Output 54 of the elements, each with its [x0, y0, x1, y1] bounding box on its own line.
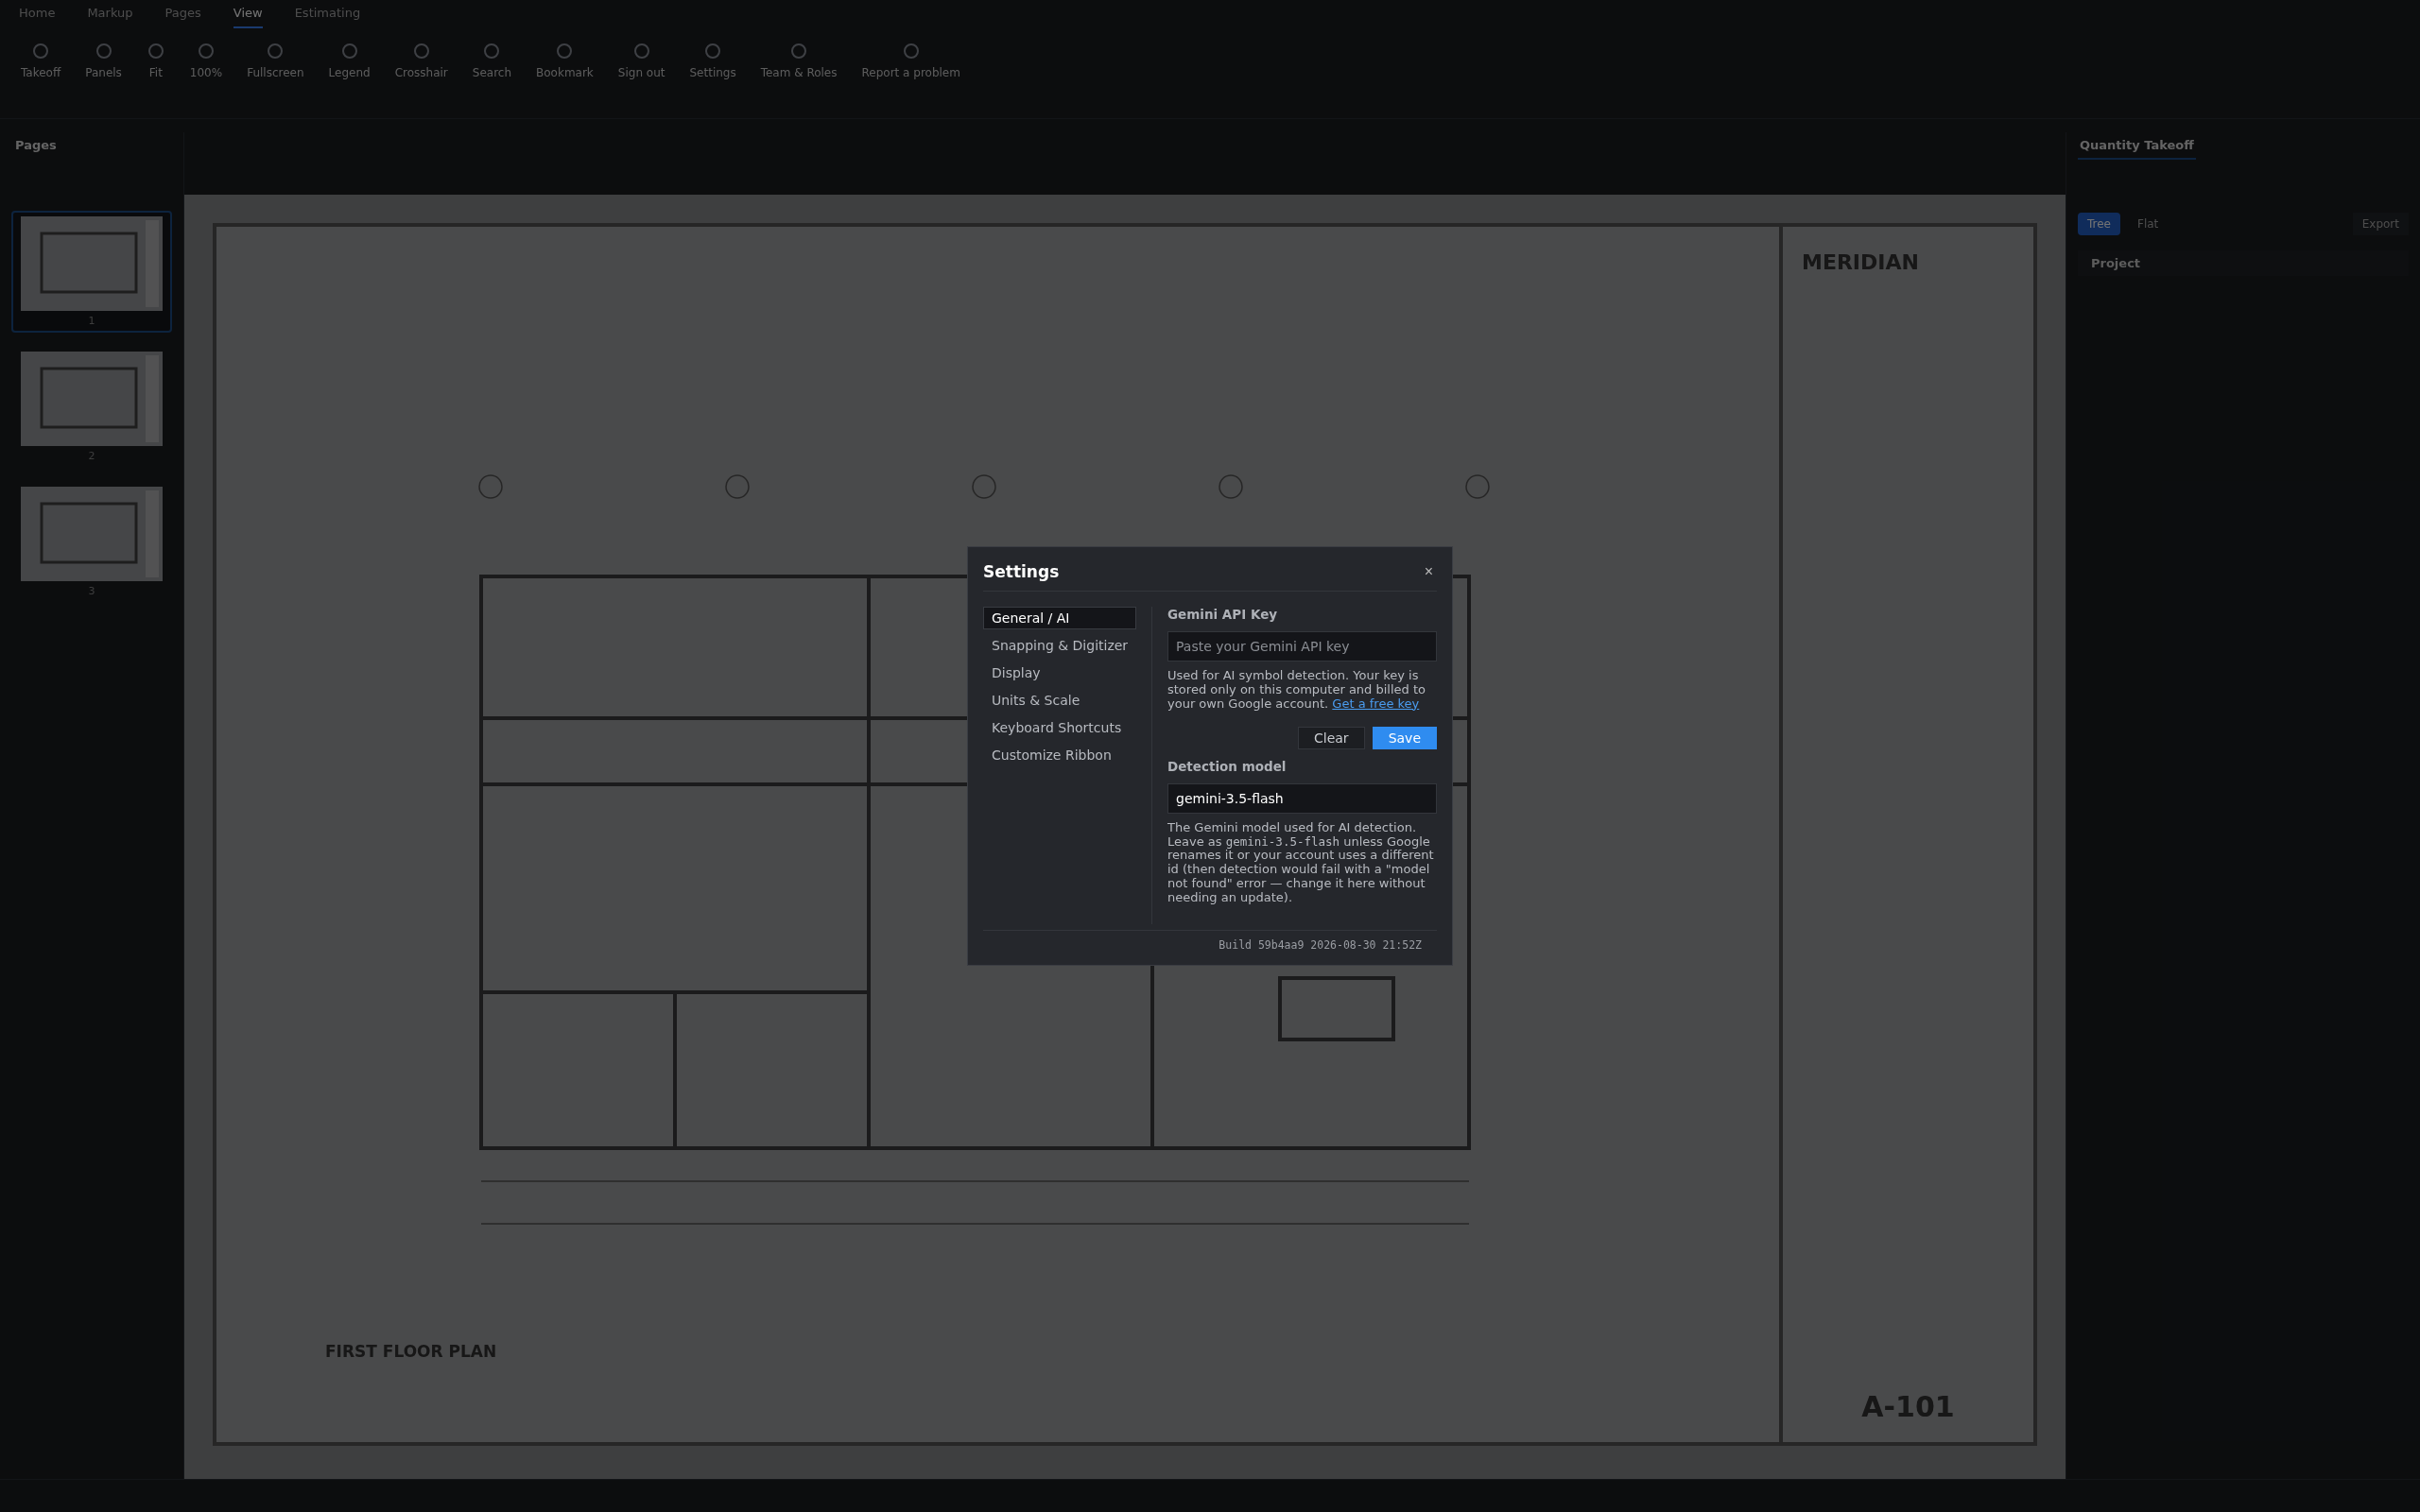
dialog-title: Settings — [983, 561, 1060, 581]
field-label: Detection model — [1167, 758, 1288, 774]
ribbon-button[interactable]: Crosshair — [389, 34, 454, 87]
ribbon-button[interactable]: Takeoff — [15, 34, 67, 87]
build-info: Build 59b4aa9 2026-08-30 21:52Z — [1219, 938, 1422, 953]
settings-nav-item[interactable]: Units & Scale — [983, 688, 1136, 712]
settings-nav-item[interactable]: Display — [983, 661, 1136, 684]
panel-tab[interactable]: Quantity Takeoff — [2078, 132, 2196, 160]
ribbon-tab[interactable]: Estimating — [294, 6, 361, 28]
circle-icon — [631, 42, 651, 60]
circle-icon — [197, 42, 216, 60]
ribbon-button[interactable]: Legend — [322, 34, 376, 87]
circle-icon — [482, 42, 502, 60]
panel-title: Pages — [14, 137, 58, 154]
ribbon-button[interactable]: Team & Roles — [754, 34, 843, 87]
circle-icon — [555, 42, 575, 60]
settings-nav-item[interactable]: Keyboard Shortcuts — [983, 715, 1136, 739]
model-field[interactable]: gemini-3.5-flash — [1167, 782, 1437, 814]
ribbon-tab[interactable]: Markup — [87, 6, 133, 28]
settings-nav-item[interactable]: Customize Ribbon — [983, 743, 1136, 766]
ribbon-button[interactable]: Sign out — [612, 34, 671, 87]
ribbon-button[interactable]: Report a problem — [856, 34, 966, 87]
help-text: Used for AI symbol detection. Your key is stored only on this computer and billed to your own Google account. Get a free key — [1167, 668, 1426, 712]
circle-icon — [789, 42, 809, 60]
ribbon-tab[interactable]: View — [233, 6, 263, 28]
ribbon-tab[interactable]: Home — [19, 6, 56, 28]
ribbon-button[interactable]: Settings — [683, 34, 742, 87]
close-button[interactable]: × — [1420, 562, 1437, 580]
ribbon-tab[interactable]: Pages — [164, 6, 201, 28]
circle-icon — [411, 42, 431, 60]
circle-icon — [94, 42, 113, 60]
view-toggle[interactable]: Flat — [2128, 213, 2169, 235]
view-toggle[interactable]: Tree — [2078, 213, 2120, 235]
ribbon-button[interactable]: Fit — [140, 34, 171, 87]
ribbon-button[interactable]: Bookmark — [530, 34, 599, 87]
settings-nav-item[interactable]: General / AI — [983, 606, 1136, 629]
circle-icon — [31, 42, 51, 60]
field-label: Gemini API Key — [1167, 606, 1279, 622]
help-text: The Gemini model used for AI detection. Leave as gemini-3.5-flash unless Google renames it or your account uses a different id (then detection would fail with a "model not found" error — change it here without needing an update). — [1167, 820, 1435, 906]
settings-nav-item[interactable]: Snapping & Digitizer — [983, 633, 1136, 657]
ribbon-button[interactable]: Fullscreen — [241, 34, 310, 87]
circle-icon — [146, 42, 165, 60]
clear-button[interactable]: Clear — [1298, 726, 1365, 749]
circle-icon — [703, 42, 723, 60]
circle-icon — [901, 42, 921, 60]
free-key-link[interactable]: Get a free key — [1332, 696, 1420, 711]
circle-icon — [339, 42, 359, 60]
export-button[interactable]: Export — [2352, 213, 2409, 235]
ribbon-button[interactable]: 100% — [183, 34, 229, 87]
save-button[interactable]: Save — [1372, 726, 1437, 749]
ribbon-button[interactable]: Search — [466, 34, 518, 87]
ribbon-button[interactable]: Panels — [79, 34, 128, 87]
circle-icon — [266, 42, 285, 60]
api-key-field[interactable]: Paste your Gemini API key — [1167, 630, 1437, 662]
